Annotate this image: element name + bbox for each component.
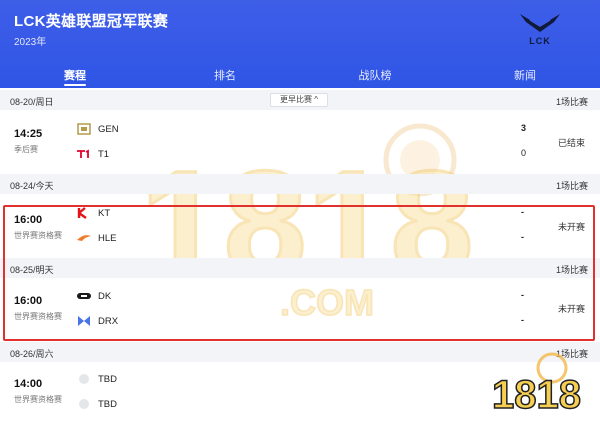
match-stage: 世界赛资格赛	[14, 395, 62, 404]
date-bar: 08-20/周日 更早比赛 ^ 1场比赛	[0, 90, 600, 110]
date-label: 08-26/周六	[10, 349, 54, 359]
date-bar: 08-24/今天 1场比赛	[0, 174, 600, 194]
date-label: 08-20/周日	[10, 97, 54, 107]
lck-logo-text: LCK	[529, 36, 551, 46]
match-status: 已结束	[558, 138, 586, 148]
match-stage: 季后赛	[14, 145, 38, 154]
header-bar: LCK英雄联盟冠军联赛 2023年 LCK 赛程 排名 战队榜 新闻	[0, 0, 600, 88]
team-two-score: 0	[521, 148, 527, 158]
team-name: T1	[98, 148, 110, 160]
team-two: T1	[76, 147, 109, 161]
tbd-logo-icon	[76, 398, 92, 410]
highlight-frame	[3, 205, 595, 341]
lck-wing-icon	[520, 14, 560, 32]
corner-watermark-icon: 1818	[491, 352, 582, 418]
team-name: TBD	[98, 398, 117, 410]
tab-schedule[interactable]: 赛程	[0, 62, 150, 88]
team-two: TBD	[76, 397, 117, 411]
lck-logo: LCK	[518, 12, 562, 48]
team-one-score: 3	[521, 123, 527, 133]
earlier-matches-button[interactable]: 更早比赛 ^	[270, 93, 328, 107]
match-count: 1场比赛	[555, 97, 588, 107]
corner-watermark-text: 1818	[492, 373, 581, 417]
team-one: GEN	[76, 122, 119, 136]
team-one: TBD	[76, 372, 117, 386]
tab-bar: 赛程 排名 战队榜 新闻	[0, 62, 600, 88]
team-name: GEN	[98, 123, 119, 135]
tab-ranking[interactable]: 排名	[150, 62, 300, 88]
match-row[interactable]: 14:25 季后赛 GEN T1 3 0 已结束	[0, 110, 600, 174]
match-time: 14:25	[14, 128, 43, 140]
match-count: 1场比赛	[555, 181, 588, 191]
tab-news[interactable]: 新闻	[450, 62, 600, 88]
tab-team-board[interactable]: 战队榜	[300, 62, 450, 88]
date-label: 08-24/今天	[10, 181, 54, 191]
t1-logo-icon	[76, 148, 92, 160]
page-title: LCK英雄联盟冠军联赛	[14, 13, 169, 30]
gen-logo-icon	[76, 123, 92, 135]
season-year: 2023年	[14, 37, 47, 48]
team-name: TBD	[98, 373, 117, 385]
match-time: 14:00	[14, 378, 43, 390]
tbd-logo-icon	[76, 373, 92, 385]
